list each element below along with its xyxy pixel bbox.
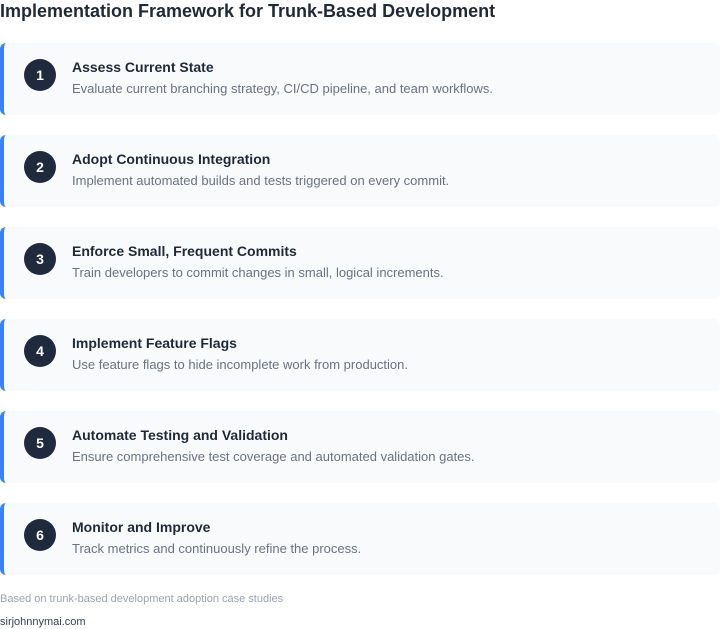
step-description: Track metrics and continuously refine th…: [72, 541, 362, 556]
step-title: Implement Feature Flags: [72, 335, 237, 351]
steps-list: 1 Assess Current State Evaluate current …: [0, 43, 720, 595]
step-title: Monitor and Improve: [72, 519, 211, 535]
step-card: 1 Assess Current State Evaluate current …: [0, 43, 720, 115]
step-number-badge: 6: [24, 519, 56, 551]
step-number-badge: 5: [24, 427, 56, 459]
step-number-badge: 3: [24, 243, 56, 275]
step-title: Assess Current State: [72, 59, 214, 75]
step-title: Adopt Continuous Integration: [72, 151, 271, 167]
step-description: Evaluate current branching strategy, CI/…: [72, 81, 494, 96]
step-card: 4 Implement Feature Flags Use feature fl…: [0, 319, 720, 391]
step-description: Use feature flags to hide incomplete wor…: [72, 357, 409, 372]
step-number-badge: 4: [24, 335, 56, 367]
step-card: 3 Enforce Small, Frequent Commits Train …: [0, 227, 720, 299]
site-credit[interactable]: sirjohnnymai.com: [0, 615, 86, 629]
step-title: Enforce Small, Frequent Commits: [72, 243, 297, 259]
step-number-badge: 1: [24, 59, 56, 91]
step-card: 6 Monitor and Improve Track metrics and …: [0, 503, 720, 575]
page-title: Implementation Framework for Trunk-Based…: [0, 1, 496, 21]
step-card: 5 Automate Testing and Validation Ensure…: [0, 411, 720, 483]
step-card: 2 Adopt Continuous Integration Implement…: [0, 135, 720, 207]
step-description: Ensure comprehensive test coverage and a…: [72, 449, 475, 464]
step-description: Implement automated builds and tests tri…: [72, 173, 450, 188]
step-title: Automate Testing and Validation: [72, 427, 288, 443]
step-number-badge: 2: [24, 151, 56, 183]
source-note: Based on trunk-based development adoptio…: [0, 593, 284, 605]
step-description: Train developers to commit changes in sm…: [72, 265, 444, 280]
